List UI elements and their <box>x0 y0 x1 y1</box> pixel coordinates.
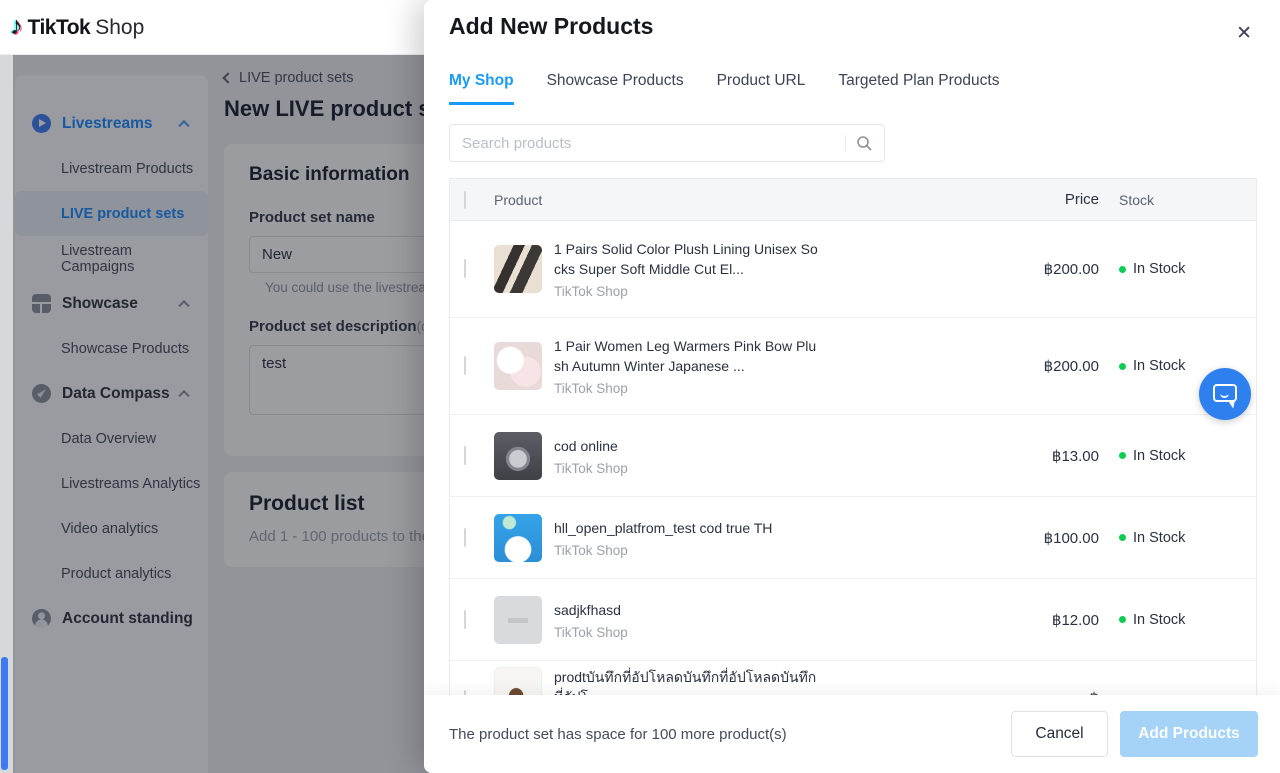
row-checkbox[interactable] <box>464 446 466 465</box>
product-table: Product Price Stock 1 Pairs Solid Color … <box>449 178 1257 759</box>
product-shop: TikTok Shop <box>554 543 819 558</box>
chat-bubble-tail <box>1226 400 1234 408</box>
capacity-note: The product set has space for 100 more p… <box>449 726 787 743</box>
in-stock-dot-icon <box>1119 452 1126 459</box>
stock-status: In Stock <box>1133 358 1185 374</box>
table-row[interactable]: 1 Pairs Solid Color Plush Lining Unisex … <box>450 221 1256 318</box>
product-image-socks <box>494 245 542 293</box>
add-products-button[interactable]: Add Products <box>1120 711 1258 757</box>
table-header: Product Price Stock <box>450 179 1256 221</box>
tiktok-shop-logo[interactable]: ♪ TikTok Shop <box>10 14 144 40</box>
modal-title: Add New Products <box>449 13 653 40</box>
row-checkbox[interactable] <box>464 610 466 629</box>
chat-fab-button[interactable] <box>1199 368 1251 420</box>
search-box <box>449 124 885 162</box>
product-price: ฿12.00 <box>999 611 1099 629</box>
column-header-product: Product <box>494 192 542 208</box>
logo-text-tiktok: TikTok <box>28 16 91 40</box>
product-shop: TikTok Shop <box>554 284 819 299</box>
product-image-ring <box>494 432 542 480</box>
in-stock-dot-icon <box>1119 534 1126 541</box>
product-name: 1 Pairs Solid Color Plush Lining Unisex … <box>554 239 819 279</box>
row-checkbox[interactable] <box>464 259 466 278</box>
screen: ♪ TikTok Shop Livestreams Livestream Pro… <box>0 0 1280 773</box>
table-row[interactable]: sadjkfhasd TikTok Shop ฿12.00 In Stock <box>450 579 1256 661</box>
tiktok-note-icon: ♪ <box>10 14 23 39</box>
modal-tabs: My Shop Showcase Products Product URL Ta… <box>449 72 999 105</box>
tab-my-shop[interactable]: My Shop <box>449 72 514 105</box>
stock-status: In Stock <box>1133 530 1185 546</box>
chat-bubble-icon <box>1213 384 1237 402</box>
search-divider <box>845 135 846 151</box>
left-scrollbar-track <box>0 55 13 773</box>
chat-smile-icon <box>1220 393 1229 398</box>
product-name: 1 Pair Women Leg Warmers Pink Bow Plush … <box>554 336 819 376</box>
table-row[interactable]: hll_open_platfrom_test cod true TH TikTo… <box>450 497 1256 579</box>
product-shop: TikTok Shop <box>554 461 819 476</box>
select-all-checkbox[interactable] <box>464 191 466 209</box>
row-checkbox[interactable] <box>464 528 466 547</box>
column-header-price: Price <box>999 191 1099 208</box>
stock-status: In Stock <box>1133 261 1185 277</box>
stock-status: In Stock <box>1133 612 1185 628</box>
add-new-products-modal: Add New Products ✕ My Shop Showcase Prod… <box>424 0 1280 773</box>
left-scrollbar-thumb[interactable] <box>1 657 8 770</box>
row-checkbox[interactable] <box>464 356 466 375</box>
tab-targeted-plan-products[interactable]: Targeted Plan Products <box>838 72 999 105</box>
search-input[interactable] <box>450 125 845 161</box>
table-row[interactable]: 1 Pair Women Leg Warmers Pink Bow Plush … <box>450 318 1256 415</box>
product-name: hll_open_platfrom_test cod true TH <box>554 518 819 538</box>
product-price: ฿200.00 <box>999 260 1099 278</box>
logo-text-shop: Shop <box>95 16 144 40</box>
product-name: cod online <box>554 436 819 456</box>
product-image-placeholder <box>494 596 542 644</box>
modal-footer: The product set has space for 100 more p… <box>424 695 1280 773</box>
cancel-button[interactable]: Cancel <box>1011 711 1108 757</box>
product-shop: TikTok Shop <box>554 625 819 640</box>
product-shop: TikTok Shop <box>554 381 819 396</box>
product-name: sadjkfhasd <box>554 600 819 620</box>
tab-showcase-products[interactable]: Showcase Products <box>547 72 684 105</box>
product-price: ฿100.00 <box>999 529 1099 547</box>
tab-product-url[interactable]: Product URL <box>717 72 806 105</box>
in-stock-dot-icon <box>1119 363 1126 370</box>
stock-status: In Stock <box>1133 448 1185 464</box>
close-icon[interactable]: ✕ <box>1236 24 1252 43</box>
product-image-leg-warmers <box>494 342 542 390</box>
in-stock-dot-icon <box>1119 616 1126 623</box>
product-image-cartoon <box>494 514 542 562</box>
in-stock-dot-icon <box>1119 266 1126 273</box>
product-price: ฿13.00 <box>999 447 1099 465</box>
table-row[interactable]: cod online TikTok Shop ฿13.00 In Stock <box>450 415 1256 497</box>
search-icon[interactable] <box>856 135 872 151</box>
product-price: ฿200.00 <box>999 357 1099 375</box>
column-header-stock: Stock <box>1099 192 1256 208</box>
